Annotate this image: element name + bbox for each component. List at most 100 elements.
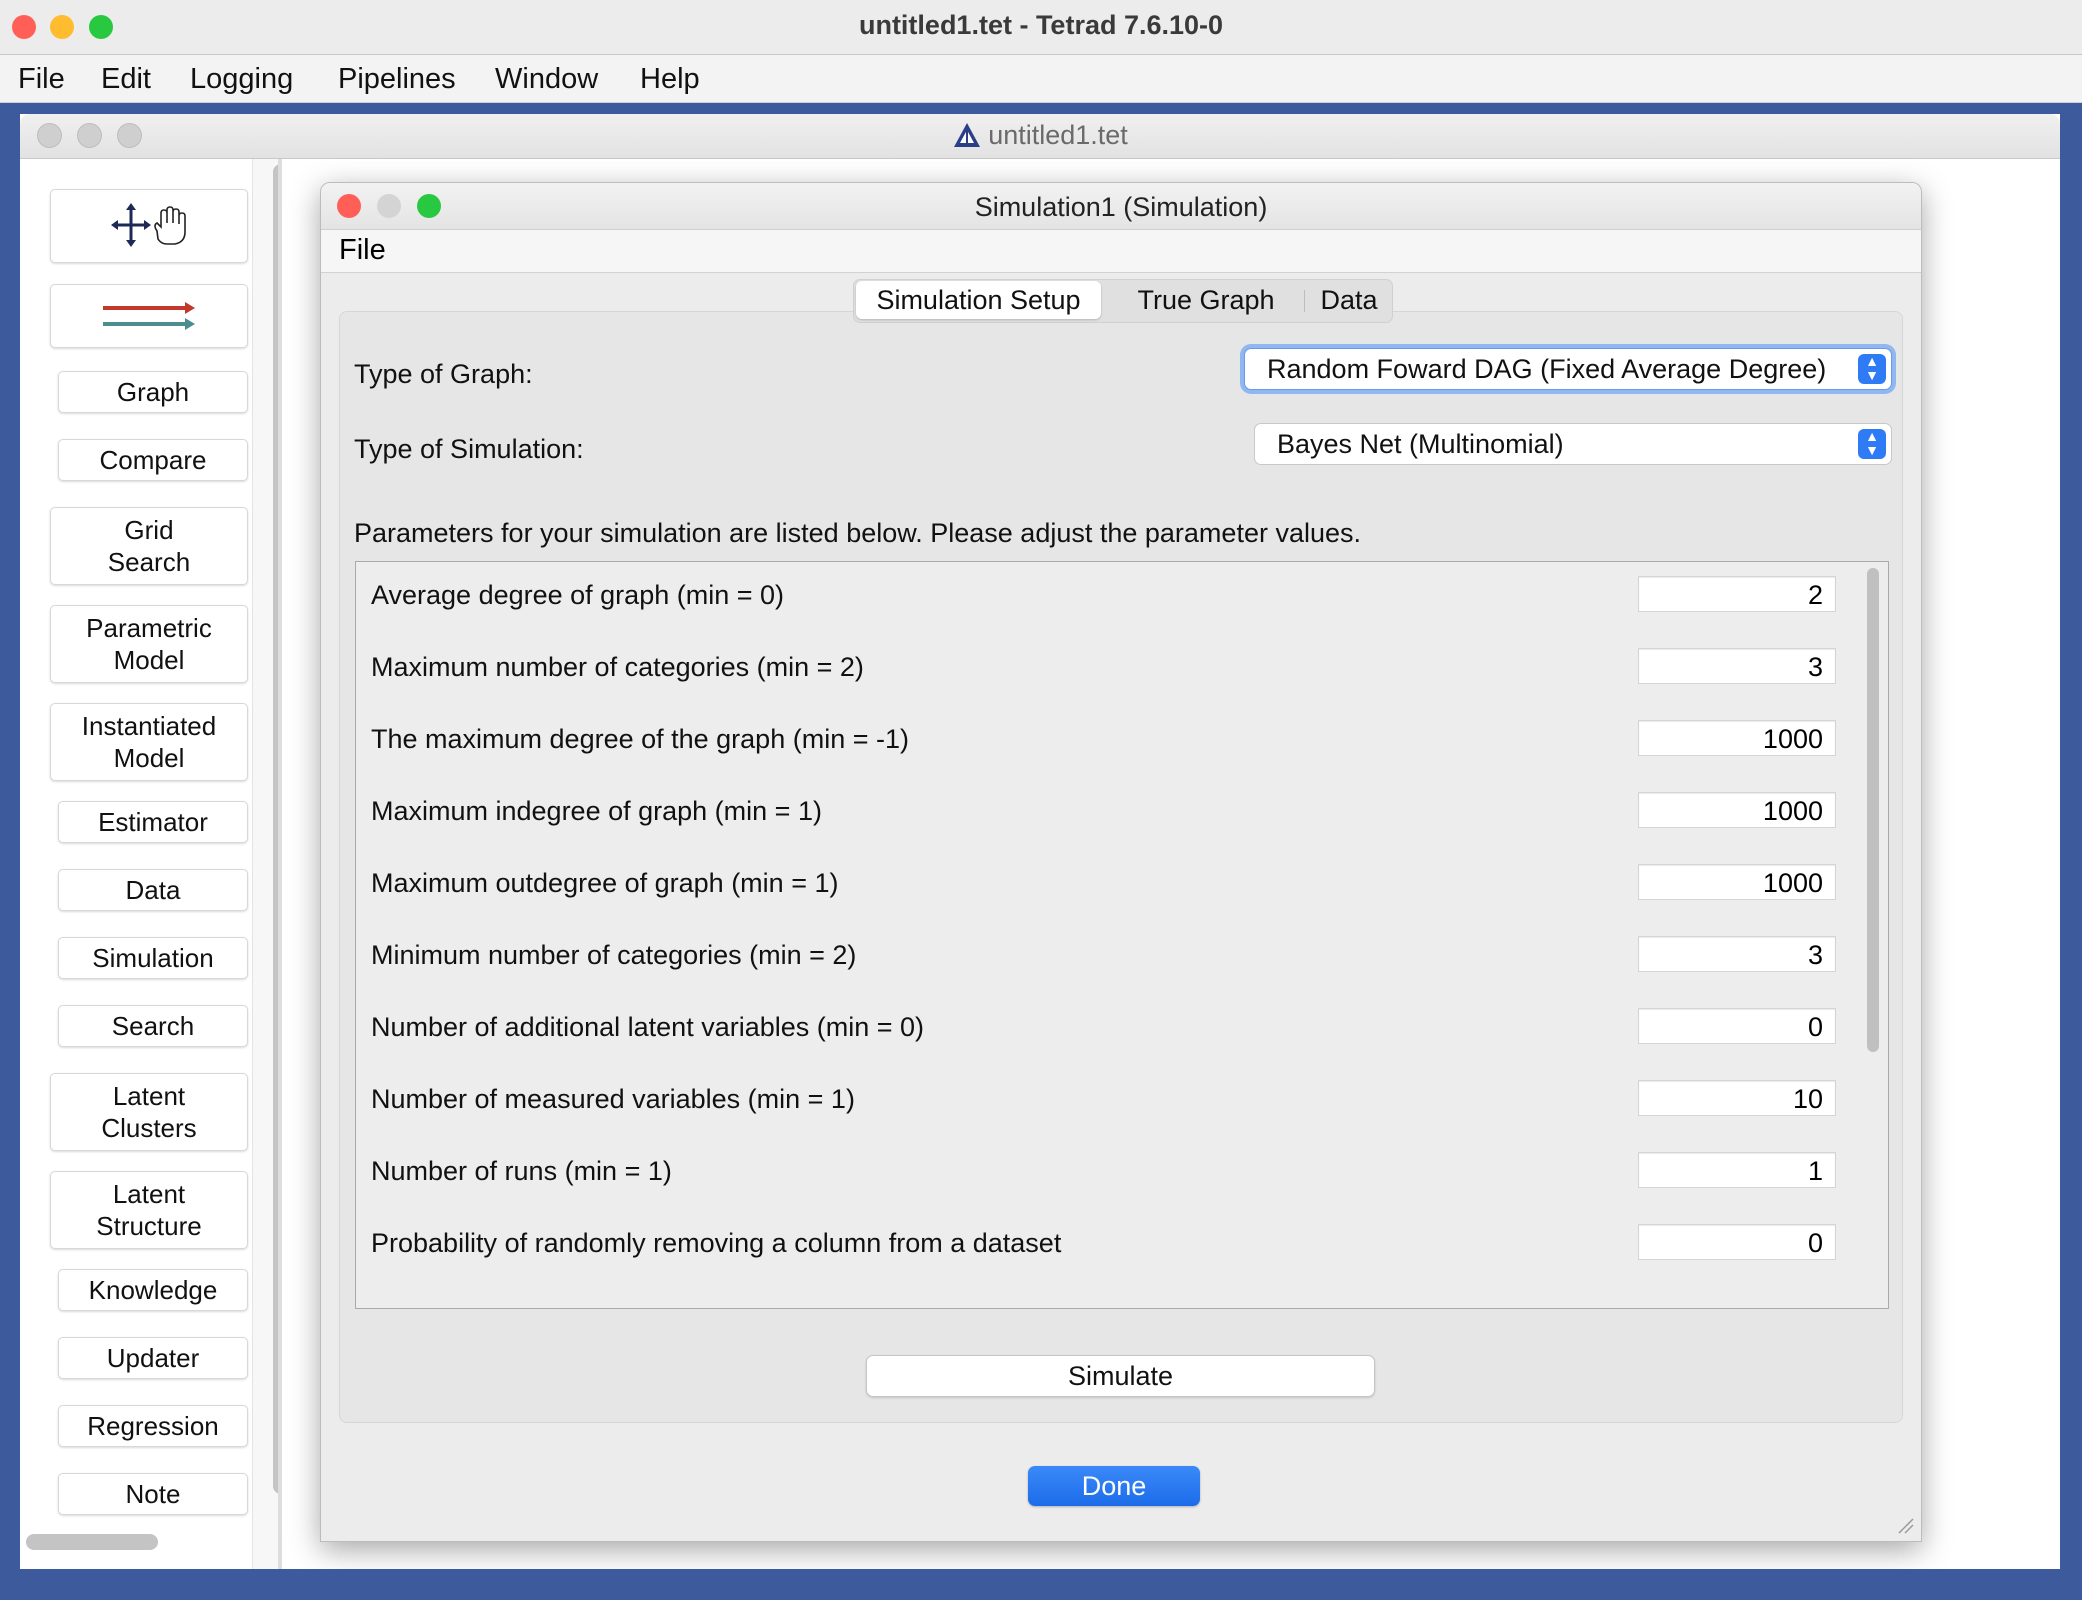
parameter-value: 0 <box>1807 1012 1823 1042</box>
tool-button-parametric-model[interactable]: Parametric Model <box>50 605 248 683</box>
tool-label-line1: Simulation <box>92 943 214 973</box>
tool-label-line2: Structure <box>96 1211 202 1241</box>
menu-logging[interactable]: Logging <box>190 63 293 96</box>
dialog-title: Simulation1 (Simulation) <box>974 192 1268 222</box>
parameter-label: Average degree of graph (min = 0) <box>371 580 785 610</box>
parameter-label: Number of measured variables (min = 1) <box>371 1084 855 1114</box>
tool-button-grid-search[interactable]: Grid Search <box>50 507 248 585</box>
tool-button-label: Latent Structure <box>96 1178 202 1242</box>
tool-button-note[interactable]: Note <box>58 1473 248 1515</box>
parameter-row: Average degree of graph (min = 0) 2 <box>356 562 1856 634</box>
tool-button-label: Note <box>126 1478 181 1510</box>
graph-type-label: Type of Graph: <box>354 359 533 389</box>
simulation-type-value: Bayes Net (Multinomial) <box>1277 429 1564 459</box>
tool-button-label: Latent Clusters <box>101 1080 196 1144</box>
parameter-label: Minimum number of categories (min = 2) <box>371 940 857 970</box>
resize-grip-icon[interactable] <box>1895 1515 1915 1535</box>
parameter-label: Probability of randomly removing a colum… <box>371 1228 1062 1258</box>
tool-button-simulation[interactable]: Simulation <box>58 937 248 979</box>
dialog-menubar: File <box>321 230 1921 273</box>
parameter-value-field[interactable]: 1000 <box>1638 864 1836 900</box>
simulate-button[interactable]: Simulate <box>866 1355 1375 1397</box>
tool-label-line1: Latent <box>112 1179 186 1209</box>
horizontal-scroll-thumb[interactable] <box>26 1534 158 1550</box>
tool-label-line1: Compare <box>99 445 207 475</box>
parameter-value-field[interactable]: 10 <box>1638 1080 1836 1116</box>
menu-help[interactable]: Help <box>640 63 700 96</box>
parameter-value-field[interactable]: 0 <box>1638 1224 1836 1260</box>
add-edge-tool[interactable] <box>50 284 248 348</box>
parameter-value: 1000 <box>1762 796 1823 826</box>
tool-button-estimator[interactable]: Estimator <box>58 801 248 843</box>
menubar: File Edit Logging Pipelines Window Help <box>0 55 2082 103</box>
chevron-updown-icon: ▲ ▼ <box>1858 429 1886 459</box>
tool-button-graph[interactable]: Graph <box>58 371 248 413</box>
parameter-value: 1 <box>1807 1156 1823 1186</box>
menu-pipelines[interactable]: Pipelines <box>338 63 456 96</box>
tab-simulation-setup[interactable]: Simulation Setup <box>856 281 1101 319</box>
tool-button-regression[interactable]: Regression <box>58 1405 248 1447</box>
parameters-intro: Parameters for your simulation are liste… <box>354 518 1362 548</box>
desktop-strip <box>0 1569 2082 1600</box>
tool-label-line2: Search <box>107 547 191 577</box>
parameter-value-field[interactable]: 1000 <box>1638 720 1836 756</box>
tool-button-label: Parametric Model <box>86 612 212 676</box>
parameter-value-field[interactable]: 3 <box>1638 936 1836 972</box>
tool-button-knowledge[interactable]: Knowledge <box>58 1269 248 1311</box>
parameter-value-field[interactable]: 1000 <box>1638 792 1836 828</box>
parameters-scrollbar[interactable] <box>1864 566 1882 1302</box>
parameter-label: Maximum number of categories (min = 2) <box>371 652 864 682</box>
tool-button-label: Data <box>126 874 181 906</box>
parameters-list: Average degree of graph (min = 0) 2 Maximu… <box>355 561 1889 1309</box>
window-title: untitled1.tet - Tetrad 7.6.10-0 <box>858 10 1224 40</box>
done-button[interactable]: Done <box>1028 1466 1200 1506</box>
tool-button-search[interactable]: Search <box>58 1005 248 1047</box>
parameter-label: The maximum degree of the graph (min = -… <box>371 724 909 754</box>
tool-button-label: Updater <box>107 1342 200 1374</box>
parameter-row: Number of runs (min = 1) 1 <box>356 1138 1856 1210</box>
tool-button-label: Graph <box>117 376 189 408</box>
tool-label-line1: Graph <box>116 377 190 407</box>
tool-label-line1: Instantiated <box>81 711 217 741</box>
parameter-row: Number of measured variables (min = 1) 10 <box>356 1066 1856 1138</box>
tab-bar: Simulation Setup True Graph Data <box>853 279 1393 323</box>
tool-button-data[interactable]: Data <box>58 869 248 911</box>
tool-button-latent-structure[interactable]: Latent Structure <box>50 1171 248 1249</box>
tab-separator <box>1304 290 1305 312</box>
parameter-label: Maximum outdegree of graph (min = 1) <box>371 868 839 898</box>
dialog-menu-file[interactable]: File <box>339 234 386 267</box>
parameter-value: 0 <box>1807 1228 1823 1258</box>
select-move-tool[interactable] <box>50 189 248 263</box>
tab-data[interactable]: Data <box>1306 280 1392 320</box>
parameter-label: Number of runs (min = 1) <box>371 1156 672 1186</box>
tool-label-line1: Updater <box>106 1343 200 1373</box>
simulation-type-label: Type of Simulation: <box>354 434 584 464</box>
toolbox: Graph Compare Grid Search Parametric Model Ins… <box>20 159 250 1569</box>
tool-label-line1: Knowledge <box>88 1275 218 1305</box>
parameter-value-field[interactable]: 1 <box>1638 1152 1836 1188</box>
tool-button-compare[interactable]: Compare <box>58 439 248 481</box>
parameter-row: The maximum degree of the graph (min = -… <box>356 706 1856 778</box>
parameter-row: Minimum number of categories (min = 2) 3 <box>356 922 1856 994</box>
tool-button-latent-clusters[interactable]: Latent Clusters <box>50 1073 248 1151</box>
tool-label-line1: Estimator <box>98 807 208 837</box>
parameter-label: Number of additional latent variables (m… <box>371 1012 925 1042</box>
menu-file[interactable]: File <box>18 63 65 96</box>
graph-type-select[interactable]: Random Foward DAG (Fixed Average Degree)… <box>1244 348 1892 390</box>
tool-button-updater[interactable]: Updater <box>58 1337 248 1379</box>
parameter-value-field[interactable]: 0 <box>1638 1008 1836 1044</box>
tool-button-label: Regression <box>87 1410 219 1442</box>
tool-label-line2: Clusters <box>101 1113 197 1143</box>
parameters-scroll-thumb[interactable] <box>1867 568 1879 1052</box>
parameter-row: Maximum outdegree of graph (min = 1) 1000 <box>356 850 1856 922</box>
parameter-value-field[interactable]: 2 <box>1638 576 1836 612</box>
parameter-value-field[interactable]: 3 <box>1638 648 1836 684</box>
menu-edit[interactable]: Edit <box>101 63 151 96</box>
simulation-type-select[interactable]: Bayes Net (Multinomial) ▲ ▼ <box>1254 423 1892 465</box>
parameter-row: Maximum number of categories (min = 2) 3 <box>356 634 1856 706</box>
tab-true-graph[interactable]: True Graph <box>1106 280 1306 320</box>
dialog-titlebar: Simulation1 (Simulation) <box>321 183 1921 230</box>
tool-button-instantiated-model[interactable]: Instantiated Model <box>50 703 248 781</box>
tool-label-line1: Search <box>111 1011 195 1041</box>
menu-window[interactable]: Window <box>495 63 598 96</box>
